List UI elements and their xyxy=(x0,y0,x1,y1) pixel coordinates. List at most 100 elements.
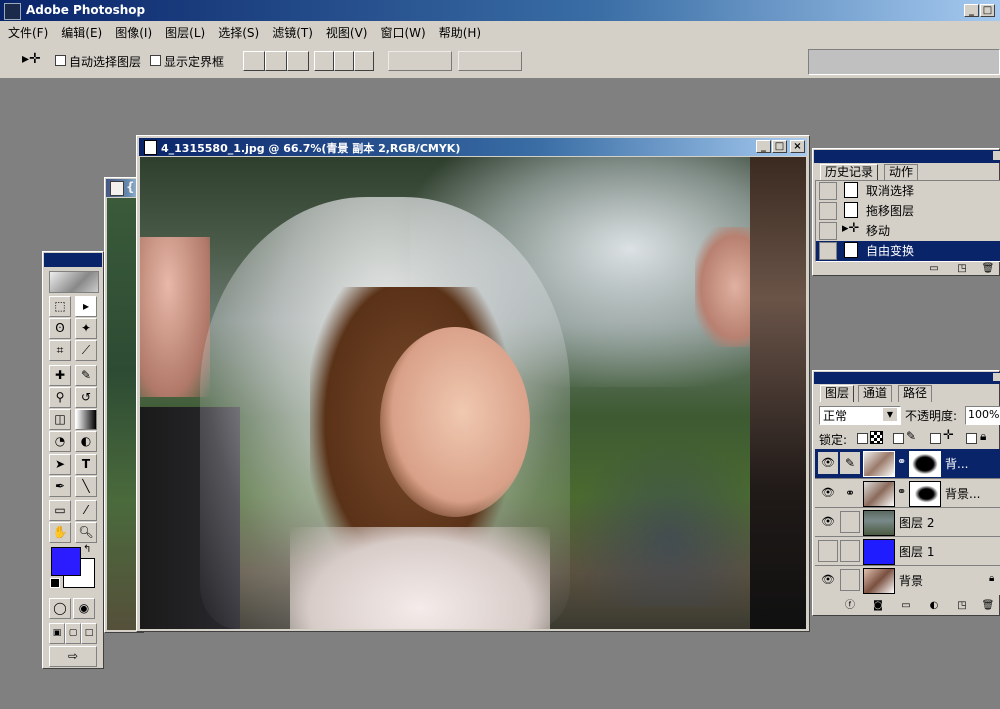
blend-mode-select[interactable]: 正常 ▼ xyxy=(819,406,901,425)
new-snapshot-icon[interactable]: ◳ xyxy=(953,262,971,276)
layer-link-icon[interactable]: ⚭ xyxy=(840,482,860,504)
swap-colors-icon[interactable]: ↰ xyxy=(83,544,91,555)
new-document-from-state-icon[interactable]: ▭ xyxy=(925,262,943,276)
dodge-tool[interactable]: ◐ xyxy=(75,431,97,452)
document-window[interactable]: 4_1315580_1.jpg @ 66.7%(青景 副本 2,RGB/CMYK… xyxy=(136,135,810,632)
jump-to-imageready-button[interactable]: ⇨ xyxy=(49,646,97,667)
align-bottom-button[interactable] xyxy=(354,51,374,71)
eyedropper-tool[interactable]: ⁄ xyxy=(75,500,97,521)
distribute-top-button[interactable] xyxy=(388,51,452,71)
palette-close-icon[interactable] xyxy=(993,373,1000,381)
menu-image[interactable]: 图像(I) xyxy=(107,21,157,41)
eye-icon[interactable]: 👁︎ xyxy=(818,452,838,474)
default-colors-icon[interactable] xyxy=(50,578,60,588)
menu-filter[interactable]: 滤镜(T) xyxy=(264,21,318,41)
maximize-button[interactable]: □ xyxy=(980,4,995,17)
move-tool-option-icon[interactable]: ▸✛ xyxy=(22,51,41,67)
history-item[interactable]: 取消选择 xyxy=(816,181,1000,201)
eye-icon[interactable]: 👁︎ xyxy=(818,482,838,504)
auto-select-layer-checkbox[interactable] xyxy=(55,55,66,66)
history-item-selected[interactable]: 自由变换 xyxy=(816,241,1000,261)
mask-link-icon[interactable]: ⚭ xyxy=(897,485,906,498)
palette-well[interactable] xyxy=(808,49,1000,75)
path-selection-tool[interactable]: ➤ xyxy=(49,454,71,475)
layer-row[interactable]: 👁︎ 图层 2 xyxy=(815,507,1000,537)
menu-layer[interactable]: 图层(L) xyxy=(157,21,210,41)
history-palette-title-bar[interactable] xyxy=(814,150,1000,163)
menu-window[interactable]: 窗口(W) xyxy=(372,21,430,41)
marquee-tool[interactable]: ⬚ xyxy=(49,296,71,317)
opacity-input[interactable]: 100% xyxy=(965,406,1000,425)
clone-stamp-tool[interactable]: ⚲ xyxy=(49,387,71,408)
eye-icon[interactable]: 👁︎ xyxy=(818,511,838,533)
layers-palette-title-bar[interactable] xyxy=(814,372,1000,384)
pen-tool[interactable]: ✒ xyxy=(49,476,71,497)
layer-link-box[interactable] xyxy=(840,569,860,591)
align-top-button[interactable] xyxy=(314,51,334,71)
menu-file[interactable]: 文件(F) xyxy=(0,21,53,41)
image-canvas[interactable] xyxy=(140,157,806,629)
menu-select[interactable]: 选择(S) xyxy=(210,21,264,41)
align-vcenter-button[interactable] xyxy=(334,51,354,71)
gradient-tool[interactable] xyxy=(75,409,97,430)
document-title-bar[interactable]: 4_1315580_1.jpg @ 66.7%(青景 副本 2,RGB/CMYK… xyxy=(139,138,807,156)
add-layer-style-icon[interactable]: ⓕ xyxy=(841,599,859,613)
quick-mask-button[interactable]: ◉ xyxy=(73,598,95,619)
standard-mode-button[interactable]: ◯ xyxy=(49,598,71,619)
history-brush-tool[interactable]: ↺ xyxy=(75,387,97,408)
lasso-tool[interactable]: ʘ xyxy=(49,318,71,339)
document-close-button[interactable]: × xyxy=(790,140,805,153)
lock-transparency-checkbox[interactable] xyxy=(857,433,868,444)
photoshop-app-icon[interactable] xyxy=(4,3,21,20)
move-tool[interactable]: ▸ xyxy=(75,296,97,317)
slice-tool[interactable]: ⟋ xyxy=(75,340,97,361)
tab-history[interactable]: 历史记录 xyxy=(820,164,879,181)
layer-row[interactable]: 图层 1 xyxy=(815,536,1000,566)
layer-mask-thumbnail[interactable] xyxy=(909,481,941,507)
document-maximize-button[interactable]: □ xyxy=(772,140,787,153)
eye-icon[interactable]: 👁︎ xyxy=(818,569,838,591)
tab-actions[interactable]: 动作 xyxy=(884,164,919,181)
new-layer-icon[interactable]: ◳ xyxy=(953,599,971,613)
brush-icon[interactable]: ✎ xyxy=(840,452,860,474)
layer-link-box[interactable] xyxy=(840,540,860,562)
lock-all-checkbox[interactable] xyxy=(966,433,977,444)
foreground-color-swatch[interactable] xyxy=(51,547,81,576)
history-item[interactable]: ▸✛ 移动 xyxy=(816,221,1000,241)
mask-link-icon[interactable]: ⚭ xyxy=(897,455,906,468)
zoom-tool[interactable]: 🔍︎ xyxy=(75,522,97,543)
layer-link-box[interactable] xyxy=(840,511,860,533)
align-right-button[interactable] xyxy=(287,51,309,71)
layer-row-selected[interactable]: 👁︎ ✎ ⚭ 背... xyxy=(815,449,1000,478)
crop-tool[interactable]: ⌗ xyxy=(49,340,71,361)
menu-help[interactable]: 帮助(H) xyxy=(431,21,486,41)
align-left-button[interactable] xyxy=(243,51,265,71)
palette-close-icon[interactable] xyxy=(993,151,1000,160)
lock-image-checkbox[interactable] xyxy=(893,433,904,444)
toolbox-title-bar[interactable] xyxy=(44,253,102,267)
layer-row[interactable]: 👁︎ ⚭ ⚭ 背景... xyxy=(815,478,1000,508)
delete-state-icon[interactable]: 🗑︎ xyxy=(979,262,997,276)
new-adjustment-layer-icon[interactable]: ◐ xyxy=(925,599,943,613)
magic-wand-tool[interactable]: ✦ xyxy=(75,318,97,339)
brush-tool[interactable]: ✎ xyxy=(75,365,97,386)
healing-brush-tool[interactable]: ✚ xyxy=(49,365,71,386)
show-bounding-box-checkbox[interactable] xyxy=(150,55,161,66)
tab-channels[interactable]: 通道 xyxy=(858,385,893,402)
layer-mask-thumbnail[interactable] xyxy=(909,451,941,477)
type-tool[interactable]: T xyxy=(75,454,97,475)
full-screen-menu-mode-button[interactable]: ▢ xyxy=(65,623,81,644)
add-layer-mask-icon[interactable]: ◙ xyxy=(869,599,887,613)
minimize-button[interactable]: _ xyxy=(964,4,979,17)
layer-row[interactable]: 👁︎ 背景 🔒︎ xyxy=(815,565,1000,595)
line-tool[interactable]: ╲ xyxy=(75,476,97,497)
menu-edit[interactable]: 编辑(E) xyxy=(53,21,107,41)
document-minimize-button[interactable]: _ xyxy=(756,140,771,153)
menu-view[interactable]: 视图(V) xyxy=(318,21,373,41)
full-screen-mode-button[interactable]: □ xyxy=(81,623,97,644)
new-layer-set-icon[interactable]: ▭ xyxy=(897,599,915,613)
chevron-down-icon[interactable]: ▼ xyxy=(883,408,897,421)
lock-position-checkbox[interactable] xyxy=(930,433,941,444)
history-item[interactable]: 拖移图层 xyxy=(816,201,1000,221)
hand-tool[interactable]: ✋ xyxy=(49,522,71,543)
